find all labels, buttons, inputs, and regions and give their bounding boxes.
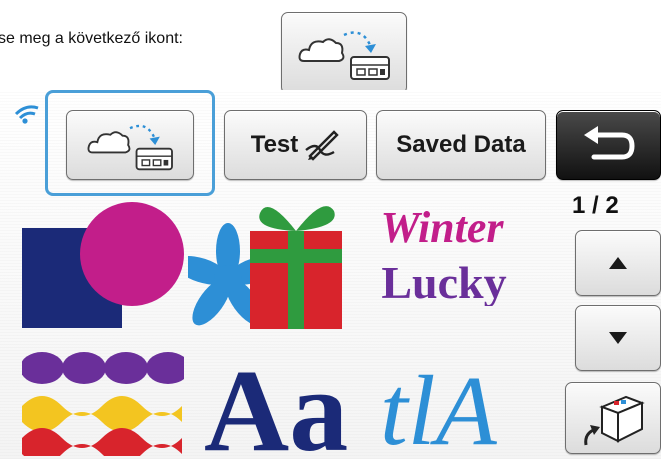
- storage-box-icon: [584, 395, 645, 446]
- cloud-to-machine-icon: [298, 31, 390, 80]
- pattern-square-circle[interactable]: [22, 200, 184, 328]
- page-down-button[interactable]: [575, 305, 661, 371]
- tla-text: tlA: [380, 355, 498, 458]
- pattern-font-aa[interactable]: Aa: [200, 340, 360, 458]
- lucky-text: Lucky: [381, 257, 506, 306]
- cloud-transfer-button[interactable]: [66, 110, 194, 180]
- reference-cloud-button: [281, 12, 407, 94]
- pattern-winter-lucky[interactable]: Winter Lucky: [352, 198, 532, 306]
- cloud-to-machine-icon: [87, 124, 173, 171]
- aa-text: Aa: [204, 345, 348, 458]
- page-up-button[interactable]: [575, 230, 661, 296]
- cutting-pen-icon: [305, 130, 339, 161]
- pattern-waves[interactable]: [22, 346, 184, 456]
- storage-box-button[interactable]: [565, 382, 661, 454]
- page-indicator: 1 / 2: [572, 192, 619, 219]
- saved-data-button[interactable]: Saved Data: [376, 110, 546, 180]
- saved-data-label: Saved Data: [396, 131, 526, 158]
- triangle-down-icon: [609, 332, 627, 344]
- test-button[interactable]: Test: [224, 110, 367, 180]
- instruction-text: se meg a következő ikont:: [0, 30, 183, 47]
- machine-screen: Test Saved Data 1 / 2 Winter Lucky Aa tl…: [0, 90, 661, 459]
- back-button[interactable]: [556, 110, 661, 180]
- test-button-label: Test: [250, 131, 299, 158]
- return-arrow-icon: [583, 126, 635, 160]
- triangle-up-icon: [609, 257, 627, 269]
- pattern-script-tla[interactable]: tlA: [376, 340, 540, 458]
- wifi-icon: [14, 105, 39, 124]
- winter-text: Winter: [380, 203, 504, 252]
- pattern-flower-gift[interactable]: [188, 193, 350, 335]
